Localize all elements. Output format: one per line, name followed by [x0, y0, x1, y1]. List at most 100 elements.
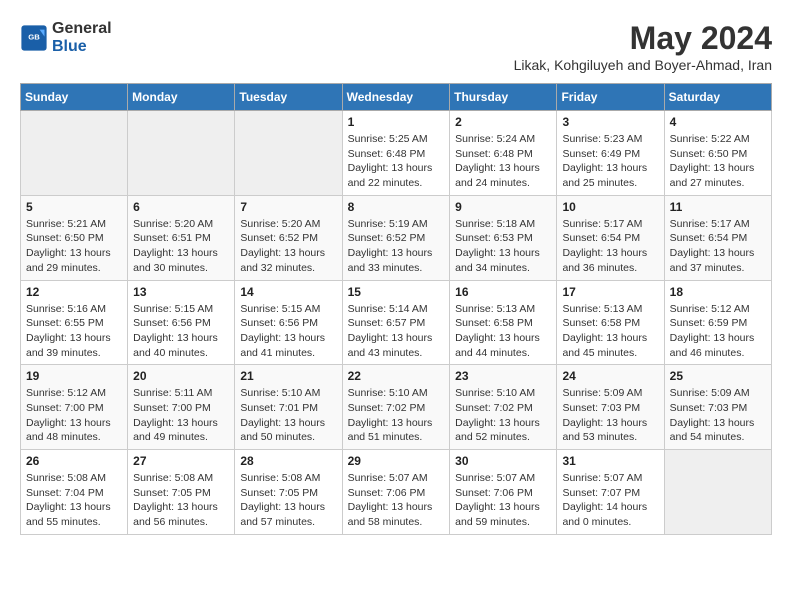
day-number: 14	[240, 285, 336, 299]
day-number: 23	[455, 369, 551, 383]
day-number: 31	[562, 454, 658, 468]
calendar-day-cell: 13 Sunrise: 5:15 AM Sunset: 6:56 PM Dayli…	[128, 280, 235, 365]
calendar-location: Likak, Kohgiluyeh and Boyer-Ahmad, Iran	[514, 57, 772, 73]
day-info: Sunrise: 5:22 AM Sunset: 6:50 PM Dayligh…	[670, 132, 766, 191]
day-info: Sunrise: 5:09 AM Sunset: 7:03 PM Dayligh…	[562, 386, 658, 445]
day-header-friday: Friday	[557, 84, 664, 111]
calendar-day-cell	[664, 450, 771, 535]
day-number: 17	[562, 285, 658, 299]
calendar-week-row: 5Sunrise: 5:21 AM Sunset: 6:50 PM Daylig…	[21, 195, 772, 280]
day-info: Sunrise: 5:07 AM Sunset: 7:06 PM Dayligh…	[348, 471, 445, 530]
logo: GB General Blue	[20, 20, 112, 55]
calendar-day-cell: 30Sunrise: 5:07 AM Sunset: 7:06 PM Dayli…	[450, 450, 557, 535]
day-number: 1	[348, 115, 445, 129]
calendar-week-row: 26 Sunrise: 5:08 AM Sunset: 7:04 PM Dayli…	[21, 450, 772, 535]
calendar-day-cell: 23 Sunrise: 5:10 AM Sunset: 7:02 PM Dayli…	[450, 365, 557, 450]
logo-line2: Blue	[52, 38, 112, 56]
day-number: 21	[240, 369, 336, 383]
day-header-saturday: Saturday	[664, 84, 771, 111]
calendar-day-cell: 24Sunrise: 5:09 AM Sunset: 7:03 PM Dayli…	[557, 365, 664, 450]
calendar-week-row: 1 Sunrise: 5:25 AM Sunset: 6:48 PM Daylig…	[21, 111, 772, 196]
day-number: 26	[26, 454, 122, 468]
day-header-thursday: Thursday	[450, 84, 557, 111]
calendar-day-cell: 8Sunrise: 5:19 AM Sunset: 6:52 PM Daylig…	[342, 195, 450, 280]
calendar-day-cell: 15Sunrise: 5:14 AM Sunset: 6:57 PM Dayli…	[342, 280, 450, 365]
day-info: Sunrise: 5:07 AM Sunset: 7:07 PM Dayligh…	[562, 471, 658, 530]
day-info: Sunrise: 5:21 AM Sunset: 6:50 PM Dayligh…	[26, 217, 122, 276]
calendar-day-cell: 14 Sunrise: 5:15 AM Sunset: 6:56 PM Dayli…	[235, 280, 342, 365]
day-info: Sunrise: 5:23 AM Sunset: 6:49 PM Dayligh…	[562, 132, 658, 191]
day-number: 12	[26, 285, 122, 299]
logo-line1: General	[52, 20, 112, 38]
calendar-header-row: SundayMondayTuesdayWednesdayThursdayFrid…	[21, 84, 772, 111]
day-info: Sunrise: 5:10 AM Sunset: 7:02 PM Dayligh…	[455, 386, 551, 445]
day-info: Sunrise: 5:10 AM Sunset: 7:01 PM Dayligh…	[240, 386, 336, 445]
day-number: 28	[240, 454, 336, 468]
day-info: Sunrise: 5:08 AM Sunset: 7:05 PM Dayligh…	[240, 471, 336, 530]
day-info: Sunrise: 5:18 AM Sunset: 6:53 PM Dayligh…	[455, 217, 551, 276]
day-info: Sunrise: 5:24 AM Sunset: 6:48 PM Dayligh…	[455, 132, 551, 191]
calendar-table: SundayMondayTuesdayWednesdayThursdayFrid…	[20, 83, 772, 535]
day-info: Sunrise: 5:12 AM Sunset: 7:00 PM Dayligh…	[26, 386, 122, 445]
day-info: Sunrise: 5:08 AM Sunset: 7:05 PM Dayligh…	[133, 471, 229, 530]
calendar-day-cell: 17 Sunrise: 5:13 AM Sunset: 6:58 PM Dayli…	[557, 280, 664, 365]
calendar-day-cell	[235, 111, 342, 196]
day-number: 11	[670, 200, 766, 214]
day-header-tuesday: Tuesday	[235, 84, 342, 111]
calendar-day-cell: 18Sunrise: 5:12 AM Sunset: 6:59 PM Dayli…	[664, 280, 771, 365]
calendar-day-cell: 11 Sunrise: 5:17 AM Sunset: 6:54 PM Dayli…	[664, 195, 771, 280]
calendar-day-cell: 27 Sunrise: 5:08 AM Sunset: 7:05 PM Dayli…	[128, 450, 235, 535]
calendar-title: May 2024	[514, 20, 772, 57]
calendar-day-cell: 19 Sunrise: 5:12 AM Sunset: 7:00 PM Dayli…	[21, 365, 128, 450]
day-info: Sunrise: 5:08 AM Sunset: 7:04 PM Dayligh…	[26, 471, 122, 530]
svg-text:GB: GB	[28, 32, 40, 41]
calendar-day-cell: 31 Sunrise: 5:07 AM Sunset: 7:07 PM Dayli…	[557, 450, 664, 535]
day-info: Sunrise: 5:10 AM Sunset: 7:02 PM Dayligh…	[348, 386, 445, 445]
calendar-day-cell: 12 Sunrise: 5:16 AM Sunset: 6:55 PM Dayli…	[21, 280, 128, 365]
day-number: 20	[133, 369, 229, 383]
day-info: Sunrise: 5:15 AM Sunset: 6:56 PM Dayligh…	[133, 302, 229, 361]
day-header-wednesday: Wednesday	[342, 84, 450, 111]
day-info: Sunrise: 5:17 AM Sunset: 6:54 PM Dayligh…	[562, 217, 658, 276]
calendar-day-cell: 10 Sunrise: 5:17 AM Sunset: 6:54 PM Dayli…	[557, 195, 664, 280]
calendar-day-cell: 21 Sunrise: 5:10 AM Sunset: 7:01 PM Dayli…	[235, 365, 342, 450]
day-number: 30	[455, 454, 551, 468]
day-number: 2	[455, 115, 551, 129]
calendar-day-cell: 16Sunrise: 5:13 AM Sunset: 6:58 PM Dayli…	[450, 280, 557, 365]
logo-icon: GB	[20, 24, 48, 52]
calendar-day-cell: 7 Sunrise: 5:20 AM Sunset: 6:52 PM Daylig…	[235, 195, 342, 280]
calendar-day-cell	[21, 111, 128, 196]
day-number: 6	[133, 200, 229, 214]
calendar-week-row: 12 Sunrise: 5:16 AM Sunset: 6:55 PM Dayli…	[21, 280, 772, 365]
day-info: Sunrise: 5:20 AM Sunset: 6:51 PM Dayligh…	[133, 217, 229, 276]
day-number: 27	[133, 454, 229, 468]
calendar-day-cell: 2 Sunrise: 5:24 AM Sunset: 6:48 PM Daylig…	[450, 111, 557, 196]
day-number: 19	[26, 369, 122, 383]
day-info: Sunrise: 5:17 AM Sunset: 6:54 PM Dayligh…	[670, 217, 766, 276]
day-info: Sunrise: 5:13 AM Sunset: 6:58 PM Dayligh…	[455, 302, 551, 361]
day-info: Sunrise: 5:09 AM Sunset: 7:03 PM Dayligh…	[670, 386, 766, 445]
day-info: Sunrise: 5:12 AM Sunset: 6:59 PM Dayligh…	[670, 302, 766, 361]
day-info: Sunrise: 5:15 AM Sunset: 6:56 PM Dayligh…	[240, 302, 336, 361]
day-info: Sunrise: 5:11 AM Sunset: 7:00 PM Dayligh…	[133, 386, 229, 445]
day-info: Sunrise: 5:25 AM Sunset: 6:48 PM Dayligh…	[348, 132, 445, 191]
day-header-sunday: Sunday	[21, 84, 128, 111]
day-info: Sunrise: 5:16 AM Sunset: 6:55 PM Dayligh…	[26, 302, 122, 361]
calendar-day-cell: 20 Sunrise: 5:11 AM Sunset: 7:00 PM Dayli…	[128, 365, 235, 450]
calendar-day-cell: 1 Sunrise: 5:25 AM Sunset: 6:48 PM Daylig…	[342, 111, 450, 196]
day-number: 15	[348, 285, 445, 299]
day-info: Sunrise: 5:20 AM Sunset: 6:52 PM Dayligh…	[240, 217, 336, 276]
day-info: Sunrise: 5:13 AM Sunset: 6:58 PM Dayligh…	[562, 302, 658, 361]
day-number: 4	[670, 115, 766, 129]
calendar-day-cell: 4 Sunrise: 5:22 AM Sunset: 6:50 PM Daylig…	[664, 111, 771, 196]
title-block: May 2024 Likak, Kohgiluyeh and Boyer-Ahm…	[514, 20, 772, 73]
calendar-day-cell: 3Sunrise: 5:23 AM Sunset: 6:49 PM Daylig…	[557, 111, 664, 196]
day-number: 10	[562, 200, 658, 214]
day-header-monday: Monday	[128, 84, 235, 111]
day-number: 13	[133, 285, 229, 299]
day-number: 22	[348, 369, 445, 383]
day-number: 9	[455, 200, 551, 214]
calendar-day-cell: 9 Sunrise: 5:18 AM Sunset: 6:53 PM Daylig…	[450, 195, 557, 280]
day-number: 7	[240, 200, 336, 214]
page-header: GB General Blue May 2024 Likak, Kohgiluy…	[20, 20, 772, 73]
